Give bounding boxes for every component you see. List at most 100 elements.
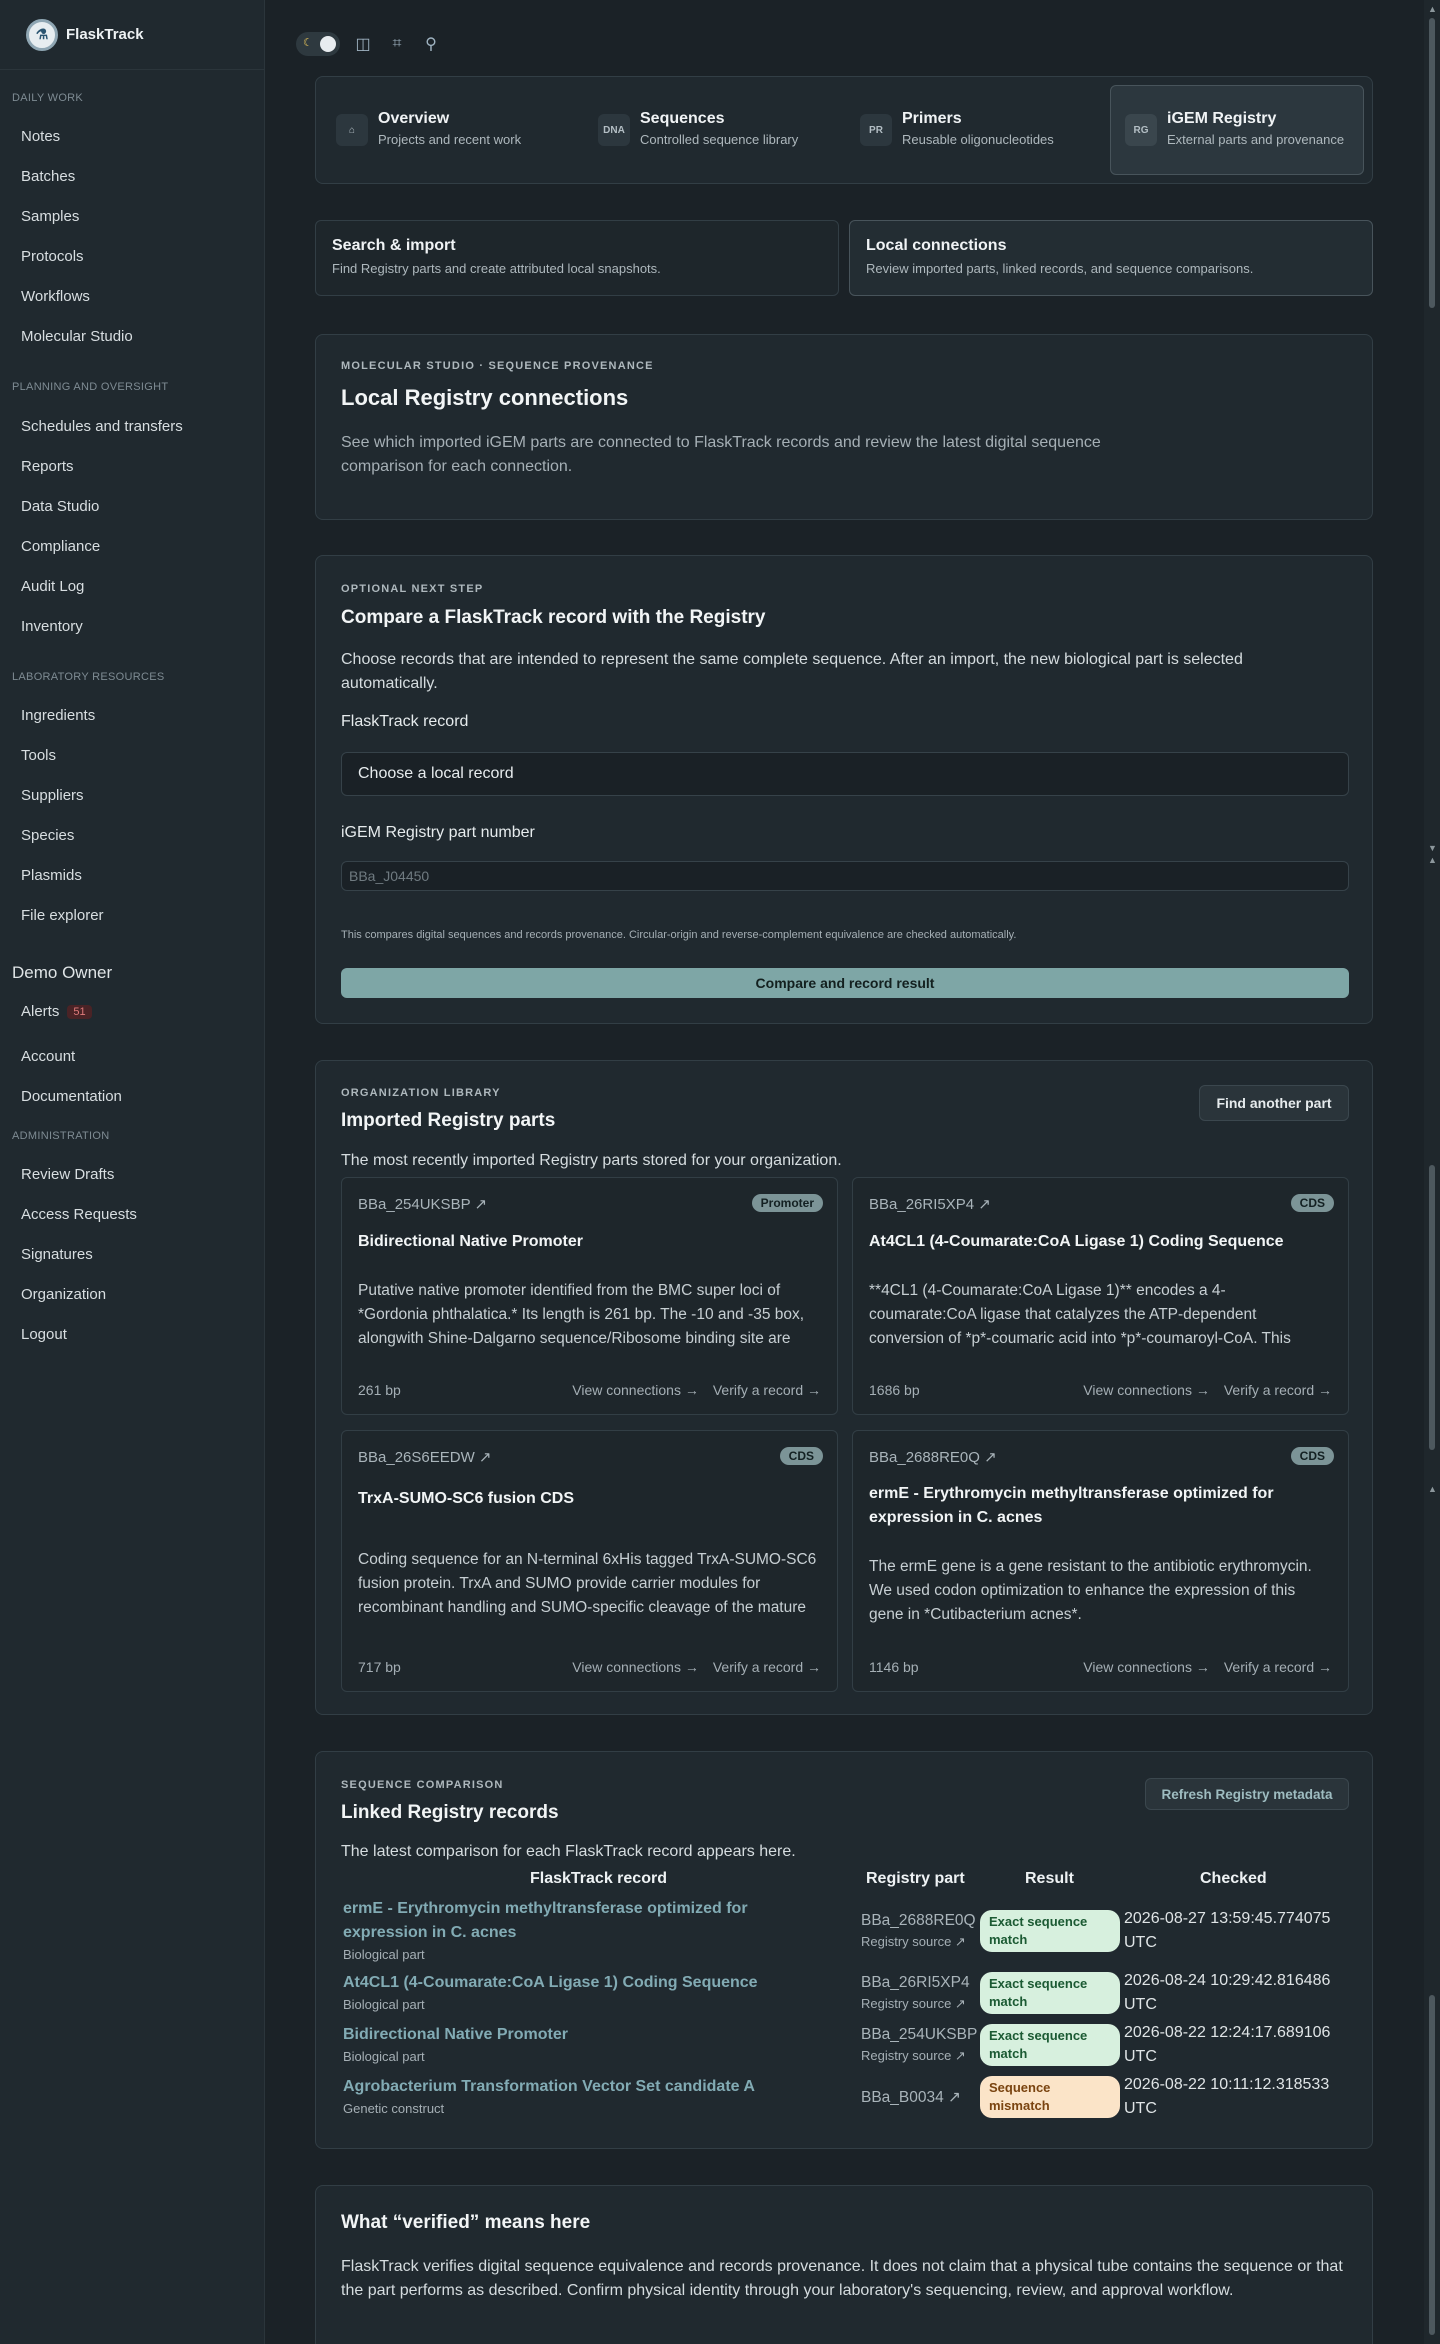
sidebar-item-protocols[interactable]: Protocols — [21, 248, 84, 265]
record-label: FlaskTrack record — [341, 713, 469, 730]
checked-timestamp: 2026-08-22 12:24:17.689106 UTC — [1124, 2024, 1331, 2065]
sidebar-item-signatures[interactable]: Signatures — [21, 1246, 93, 1263]
verify-record-link[interactable]: Verify a record → — [1224, 1659, 1332, 1675]
sidebar-item-account[interactable]: Account — [21, 1048, 75, 1065]
sidebar-item-schedules[interactable]: Schedules and transfers — [21, 418, 183, 435]
sidebar-item-samples[interactable]: Samples — [21, 208, 79, 225]
view-connections-link[interactable]: View connections → — [1083, 1382, 1210, 1398]
part-description: **4CL1 (4-Coumarate:CoA Ligase 1)** enco… — [869, 1282, 1291, 1347]
sidebar-item-tools[interactable]: Tools — [21, 747, 56, 764]
scroll-thumb[interactable] — [1429, 1165, 1435, 1450]
subtab-search-import[interactable]: Search & import Find Registry parts and … — [315, 220, 839, 296]
scrollbar[interactable]: ▲ ▼ ▲ ▲ — [1424, 0, 1440, 2344]
subtab-local-connections[interactable]: Local connections Review imported parts,… — [849, 220, 1373, 296]
registry-source-link[interactable]: Registry source ↗ — [861, 1934, 966, 1950]
part-card: BBa_26S6EEDW ↗ CDS TrxA-SUMO-SC6 fusion … — [341, 1430, 838, 1692]
registry-source-link[interactable]: Registry source ↗ — [861, 1996, 966, 2012]
compare-button[interactable]: Compare and record result — [341, 968, 1349, 998]
sidebar-item-molecular-studio[interactable]: Molecular Studio — [21, 328, 133, 345]
compare-eyebrow: OPTIONAL NEXT STEP — [341, 583, 484, 595]
sidebar-item-access-requests[interactable]: Access Requests — [21, 1206, 137, 1223]
view-connections-link[interactable]: View connections → — [572, 1382, 699, 1398]
sidebar-item-organization[interactable]: Organization — [21, 1286, 106, 1303]
linked-eyebrow: SEQUENCE COMPARISON — [341, 1779, 504, 1791]
tab-overview[interactable]: ⌂ Overview Projects and recent work — [322, 85, 577, 175]
home-icon: ⌂ — [336, 114, 368, 146]
record-link[interactable]: At4CL1 (4-Coumarate:CoA Ligase 1) Coding… — [343, 1971, 823, 1995]
search-icon[interactable]: ⚲ — [420, 33, 442, 55]
nav-section-admin: ADMINISTRATION — [12, 1130, 110, 1142]
registry-part-link[interactable]: BBa_2688RE0Q — [861, 1912, 976, 1930]
hierarchy-icon[interactable]: ⌗ — [386, 33, 408, 55]
sidebar-item-species[interactable]: Species — [21, 827, 74, 844]
scroll-thumb[interactable] — [1429, 1995, 1435, 2335]
part-actions: View connections → Verify a record → — [1083, 1382, 1332, 1398]
record-link[interactable]: Agrobacterium Transformation Vector Set … — [343, 2075, 823, 2099]
tab-subtitle: Projects and recent work — [378, 132, 522, 148]
sidebar-item-batches[interactable]: Batches — [21, 168, 75, 185]
record-link[interactable]: ermE - Erythromycin methyltransferase op… — [343, 1897, 823, 1945]
sidebar-item-documentation[interactable]: Documentation — [21, 1088, 122, 1105]
part-title: Bidirectional Native Promoter — [358, 1233, 583, 1250]
result-badge: Exact sequence match — [980, 1910, 1120, 1952]
record-select[interactable]: Choose a local record — [341, 752, 1349, 796]
part-number-input[interactable]: BBa_J04450 — [341, 861, 1349, 891]
sidebar-item-file-explorer[interactable]: File explorer — [21, 907, 104, 924]
find-another-part-button[interactable]: Find another part — [1199, 1085, 1349, 1121]
toggle-knob — [320, 36, 336, 52]
flask-logo-icon: ⚗ — [26, 18, 58, 51]
registry-part-link[interactable]: BBa_26RI5XP4 — [861, 1974, 970, 1992]
brand[interactable]: ⚗ FlaskTrack — [0, 0, 264, 70]
scroll-up-icon[interactable]: ▲ — [1428, 855, 1437, 865]
tab-subtitle: External parts and provenance — [1167, 132, 1345, 148]
part-id-link[interactable]: BBa_26S6EEDW ↗ — [358, 1448, 491, 1466]
tab-sequences[interactable]: DNA Sequences Controlled sequence library — [584, 85, 839, 175]
part-id-link[interactable]: BBa_2688RE0Q ↗ — [869, 1448, 997, 1466]
sidebar-item-inventory[interactable]: Inventory — [21, 618, 83, 635]
verify-record-link[interactable]: Verify a record → — [713, 1382, 821, 1398]
verified-title: What “verified” means here — [341, 2212, 591, 2233]
refresh-metadata-button[interactable]: Refresh Registry metadata — [1145, 1778, 1349, 1810]
sidebar-item-ingredients[interactable]: Ingredients — [21, 707, 95, 724]
sidebar-item-logout[interactable]: Logout — [21, 1326, 67, 1343]
sidebar-item-data-studio[interactable]: Data Studio — [21, 498, 99, 515]
sidebar-item-notes[interactable]: Notes — [21, 128, 60, 145]
sidebar-item-alerts[interactable]: Alerts 51 — [21, 1003, 92, 1020]
scroll-down-icon[interactable]: ▼ — [1428, 843, 1437, 853]
registry-part-link[interactable]: BBa_254UKSBP — [861, 2026, 977, 2044]
tab-igem-registry[interactable]: RG iGEM Registry External parts and prove… — [1110, 85, 1364, 175]
sidebar-item-audit-log[interactable]: Audit Log — [21, 578, 84, 595]
verify-record-link[interactable]: Verify a record → — [1224, 1382, 1332, 1398]
scroll-thumb[interactable] — [1429, 18, 1435, 308]
alerts-label: Alerts — [21, 1003, 60, 1020]
sidebar-item-compliance[interactable]: Compliance — [21, 538, 100, 555]
verify-record-link[interactable]: Verify a record → — [713, 1659, 821, 1675]
part-length: 1146 bp — [869, 1659, 919, 1675]
view-connections-link[interactable]: View connections → — [1083, 1659, 1210, 1675]
intro-eyebrow: MOLECULAR STUDIO · SEQUENCE PROVENANCE — [341, 360, 654, 372]
scroll-up-icon[interactable]: ▲ — [1428, 4, 1437, 14]
part-title: At4CL1 (4-Coumarate:CoA Ligase 1) Coding… — [869, 1233, 1284, 1250]
nav-section-daily: DAILY WORK — [12, 92, 84, 104]
registry-source-link[interactable]: Registry source ↗ — [861, 2048, 966, 2064]
record-kind: Genetic construct — [343, 2101, 445, 2116]
view-connections-link[interactable]: View connections → — [572, 1659, 699, 1675]
split-view-icon[interactable]: ◫ — [352, 33, 374, 55]
theme-toggle[interactable]: ☾ — [296, 32, 340, 56]
scroll-up-icon[interactable]: ▲ — [1428, 1484, 1437, 1494]
sidebar-item-reports[interactable]: Reports — [21, 458, 74, 475]
registry-part-link[interactable]: BBa_B0034 ↗ — [861, 2088, 961, 2107]
sidebar-item-suppliers[interactable]: Suppliers — [21, 787, 84, 804]
linked-body: The latest comparison for each FlaskTrac… — [341, 1843, 796, 1860]
record-link[interactable]: Bidirectional Native Promoter — [343, 2023, 823, 2047]
part-id-link[interactable]: BBa_26RI5XP4 ↗ — [869, 1195, 991, 1213]
column-header-result: Result — [1025, 1870, 1074, 1887]
sidebar-item-workflows[interactable]: Workflows — [21, 288, 90, 305]
sidebar-item-plasmids[interactable]: Plasmids — [21, 867, 82, 884]
part-id-link[interactable]: BBa_254UKSBP ↗ — [358, 1195, 487, 1213]
compare-note: This compares digital sequences and reco… — [341, 929, 1017, 941]
sidebar-item-review-drafts[interactable]: Review Drafts — [21, 1166, 114, 1183]
tab-subtitle: Reusable oligonucleotides — [902, 132, 1054, 148]
tab-title: iGEM Registry — [1167, 110, 1277, 128]
tab-primers[interactable]: PR Primers Reusable oligonucleotides — [846, 85, 1101, 175]
